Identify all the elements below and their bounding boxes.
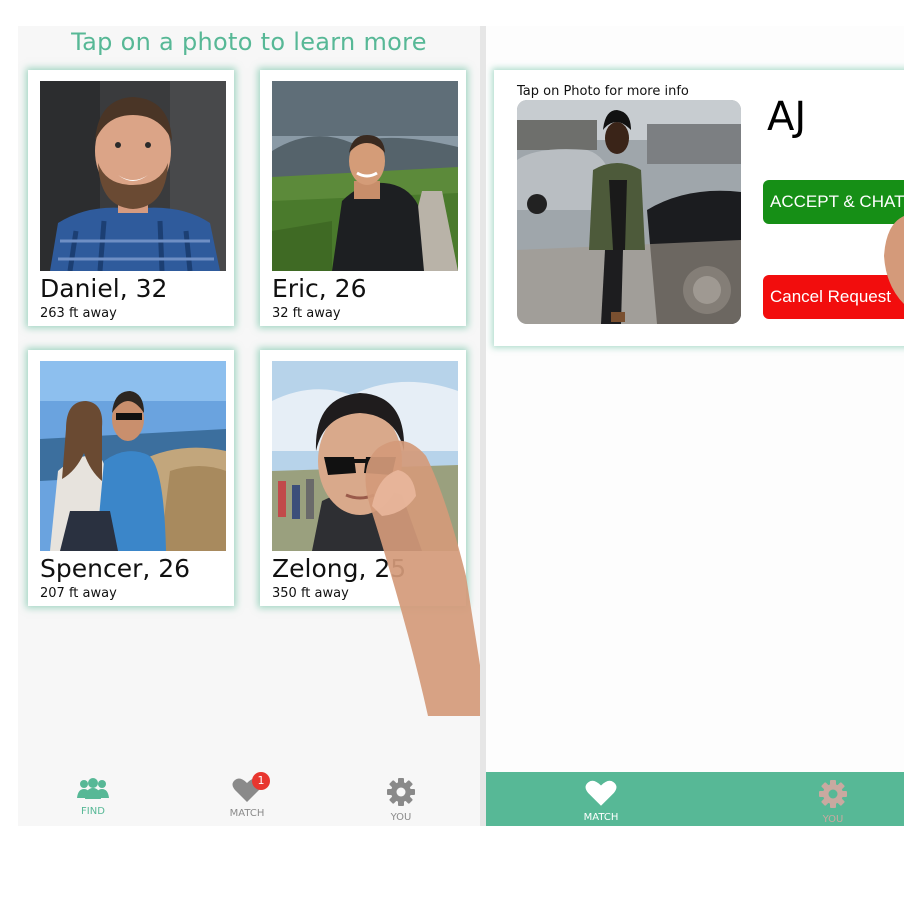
heart-icon: 1 (232, 772, 270, 806)
notification-badge: 1 (252, 772, 270, 790)
profile-distance: 350 ft away (272, 586, 349, 601)
profile-photo[interactable] (272, 81, 458, 271)
tab-you[interactable]: YOU (366, 778, 436, 823)
tab-bar: FIND 1 MATCH YOU (18, 770, 480, 826)
tab-you[interactable]: YOU (798, 780, 868, 825)
profile-name: Spencer, 26 (40, 554, 191, 583)
profile-photo[interactable] (40, 361, 226, 551)
find-screen: Tap on a photo to learn more Daniel, 32 … (18, 26, 480, 826)
tab-you-label: YOU (390, 812, 412, 823)
profile-card-zelong[interactable]: Zelong, 25 350 ft away (260, 350, 466, 606)
profile-name: Eric, 26 (272, 274, 367, 303)
match-photo[interactable] (517, 100, 741, 324)
profile-photo[interactable] (40, 81, 226, 271)
cancel-request-button[interactable]: Cancel Request (763, 275, 904, 319)
profile-distance: 207 ft away (40, 586, 117, 601)
page-title: Tap on a photo to learn more (71, 28, 427, 56)
match-tab-bar: MATCH YOU (486, 772, 904, 826)
tab-find[interactable]: FIND (58, 778, 128, 817)
profile-name: Daniel, 32 (40, 274, 168, 303)
profile-card-eric[interactable]: Eric, 26 32 ft away (260, 70, 466, 326)
tab-match-label: MATCH (229, 808, 265, 819)
tab-you-label: YOU (822, 814, 844, 825)
profile-card-spencer[interactable]: Spencer, 26 207 ft away (28, 350, 234, 606)
profile-card-daniel[interactable]: Daniel, 32 263 ft away (28, 70, 234, 326)
accept-chat-button[interactable]: ACCEPT & CHAT (763, 180, 904, 224)
heart-icon (585, 780, 617, 810)
match-request-card: Tap on Photo for more info AJ ACCEPT & C… (494, 70, 904, 346)
photo-hint: Tap on Photo for more info (517, 84, 689, 99)
tab-match-label: MATCH (583, 812, 619, 823)
match-name: AJ (767, 94, 807, 140)
gear-icon (819, 780, 847, 812)
match-screen: Tap on Photo for more info AJ ACCEPT & C… (486, 26, 904, 826)
profile-photo[interactable] (272, 361, 458, 551)
tab-match[interactable]: 1 MATCH (212, 772, 282, 819)
profile-distance: 263 ft away (40, 306, 117, 321)
gear-icon (387, 778, 415, 810)
profile-distance: 32 ft away (272, 306, 341, 321)
profile-name: Zelong, 25 (272, 554, 407, 583)
tab-find-label: FIND (81, 806, 105, 817)
tab-match-active[interactable]: MATCH (566, 780, 636, 823)
people-group-icon (76, 778, 110, 804)
